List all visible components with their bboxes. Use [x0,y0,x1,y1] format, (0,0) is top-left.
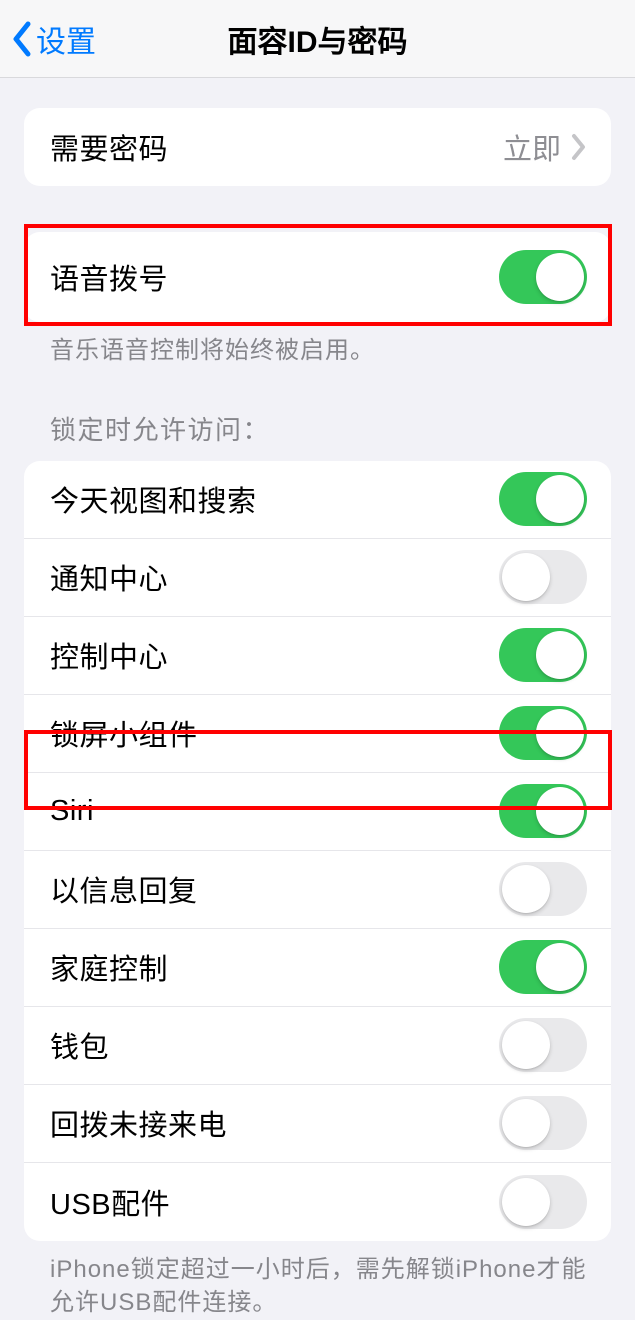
label: 语音拨号 [50,256,168,298]
label: 锁屏小组件 [50,712,198,754]
toggle-lock-item[interactable] [499,550,587,604]
toggle-lock-item[interactable] [499,628,587,682]
label: 家庭控制 [50,946,168,988]
toggle-lock-item[interactable] [499,1018,587,1072]
group-passcode: 需要密码 立即 [24,108,611,186]
card: 今天视图和搜索通知中心控制中心锁屏小组件 Siri 以信息回复家庭控制钱包回拨未接来… [24,461,611,1241]
row-lock-item: 通知中心 [24,539,611,617]
label: 以信息回复 [50,868,198,910]
row-lock-item: 控制中心 [24,617,611,695]
row-lock-item: 以信息回复 [24,851,611,929]
footer-usb-note: iPhone锁定超过一小时后，需先解锁iPhone才能允许USB配件连接。 [0,1241,635,1320]
label: 钱包 [50,1024,109,1066]
toggle-lock-item[interactable] [499,784,587,838]
card: 语音拨号 [24,232,611,322]
toggle-lock-item[interactable] [499,940,587,994]
chevron-left-icon [10,20,34,58]
row-voice-dial: 语音拨号 [24,232,611,322]
row-lock-item: USB配件 [24,1163,611,1241]
row-lock-item: 钱包 [24,1007,611,1085]
row-lock-item: 回拨未接来电 [24,1085,611,1163]
row-require-passcode[interactable]: 需要密码 立即 [24,108,611,186]
toggle-voice-dial[interactable] [499,250,587,304]
label: Siri [50,795,94,828]
label: 通知中心 [50,556,168,598]
section-header-lock: 锁定时允许访问： [0,368,635,461]
card: 需要密码 立即 [24,108,611,186]
row-lock-item: 家庭控制 [24,929,611,1007]
toggle-lock-item[interactable] [499,1096,587,1150]
toggle-lock-item[interactable] [499,1175,587,1229]
label: USB配件 [50,1181,170,1223]
nav-bar: 设置 面容ID与密码 [0,0,635,78]
row-right: 立即 [503,126,587,168]
back-button[interactable]: 设置 [0,17,96,61]
footer-voice-dial: 音乐语音控制将始终被启用。 [24,322,611,368]
label: 控制中心 [50,634,168,676]
row-lock-item: 今天视图和搜索 [24,461,611,539]
value: 立即 [503,126,561,168]
row-lock-item: 锁屏小组件 [24,695,611,773]
label: 回拨未接来电 [50,1102,227,1144]
label: 今天视图和搜索 [50,478,257,520]
chevron-right-icon [571,133,587,161]
toggle-lock-item[interactable] [499,472,587,526]
label: 需要密码 [50,126,168,168]
group-voice-dial: 语音拨号 音乐语音控制将始终被启用。 [24,232,611,368]
content: 需要密码 立即 语音拨号 音乐语音控制将始终被启用。 锁定时允许访问： 今天视图… [0,108,635,1320]
row-lock-item: Siri [24,773,611,851]
toggle-lock-item[interactable] [499,862,587,916]
toggle-lock-item[interactable] [499,706,587,760]
group-lock-access: 今天视图和搜索通知中心控制中心锁屏小组件 Siri 以信息回复家庭控制钱包回拨未接来… [24,461,611,1241]
back-label: 设置 [36,17,96,61]
